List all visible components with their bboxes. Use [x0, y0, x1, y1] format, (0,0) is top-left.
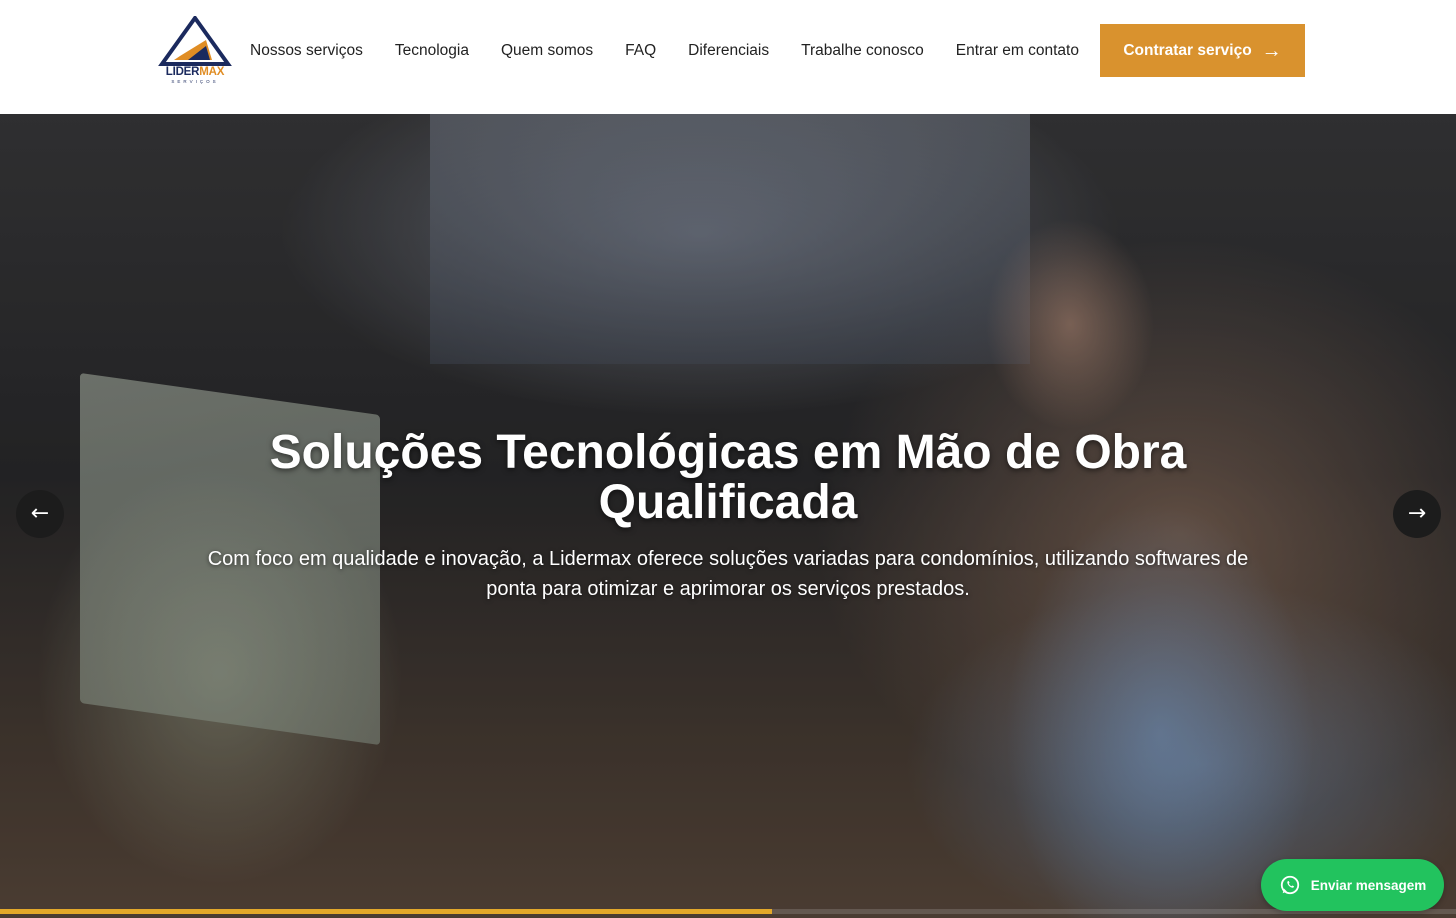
logo-name-part2: MAX	[199, 66, 225, 78]
contratar-servico-button[interactable]: Contratar serviço →	[1100, 24, 1305, 77]
slider-next-button[interactable]: →	[1393, 490, 1441, 538]
hero-subtitle-line1: Com foco em qualidade e inovação, a Lide…	[207, 548, 1249, 570]
hero-title: Soluções Tecnológicas em Mão de Obra Qua…	[0, 428, 1456, 528]
site-header: LIDERMAX SERVIÇOS Nossos serviços Tecnol…	[0, 0, 1456, 114]
nav-item-diferenciais[interactable]: Diferenciais	[688, 42, 769, 60]
hero-subtitle: Com foco em qualidade e inovação, a Lide…	[180, 544, 1276, 604]
slider-progress-fill	[0, 909, 772, 914]
whatsapp-icon	[1280, 875, 1299, 895]
nav-item-entrar-em-contato[interactable]: Entrar em contato	[956, 42, 1079, 60]
logo-tagline: SERVIÇOS	[171, 79, 219, 84]
hero-title-line2: Qualificada	[598, 476, 858, 529]
logo-triangle-icon	[158, 16, 232, 66]
logo-name-part1: LIDER	[165, 66, 200, 78]
logo-wordmark: LIDERMAX	[158, 66, 232, 78]
cta-label: Contratar serviço	[1123, 41, 1252, 59]
arrow-left-icon: ←	[30, 501, 50, 526]
nav-item-quem-somos[interactable]: Quem somos	[501, 42, 593, 60]
slider-prev-button[interactable]: ←	[16, 490, 64, 538]
lidermax-logo[interactable]: LIDERMAX SERVIÇOS	[158, 16, 232, 88]
arrow-right-icon: →	[1407, 501, 1427, 526]
arrow-right-icon: →	[1261, 39, 1282, 62]
nav-item-tecnologia[interactable]: Tecnologia	[395, 42, 469, 60]
hero-title-line1: Soluções Tecnológicas em Mão de Obra	[269, 426, 1187, 479]
whatsapp-message-button[interactable]: Enviar mensagem	[1261, 859, 1444, 911]
whatsapp-label: Enviar mensagem	[1310, 877, 1427, 893]
hero-slider: Soluções Tecnológicas em Mão de Obra Qua…	[0, 114, 1456, 918]
slider-progress-bar	[0, 909, 1456, 914]
hero-subtitle-line2: ponta para otimizar e aprimorar os servi…	[486, 578, 970, 600]
main-nav: Nossos serviços Tecnologia Quem somos FA…	[250, 40, 1111, 62]
nav-item-trabalhe-conosco[interactable]: Trabalhe conosco	[801, 42, 924, 60]
nav-item-faq[interactable]: FAQ	[625, 42, 656, 60]
nav-item-nossos-servicos[interactable]: Nossos serviços	[250, 42, 363, 60]
